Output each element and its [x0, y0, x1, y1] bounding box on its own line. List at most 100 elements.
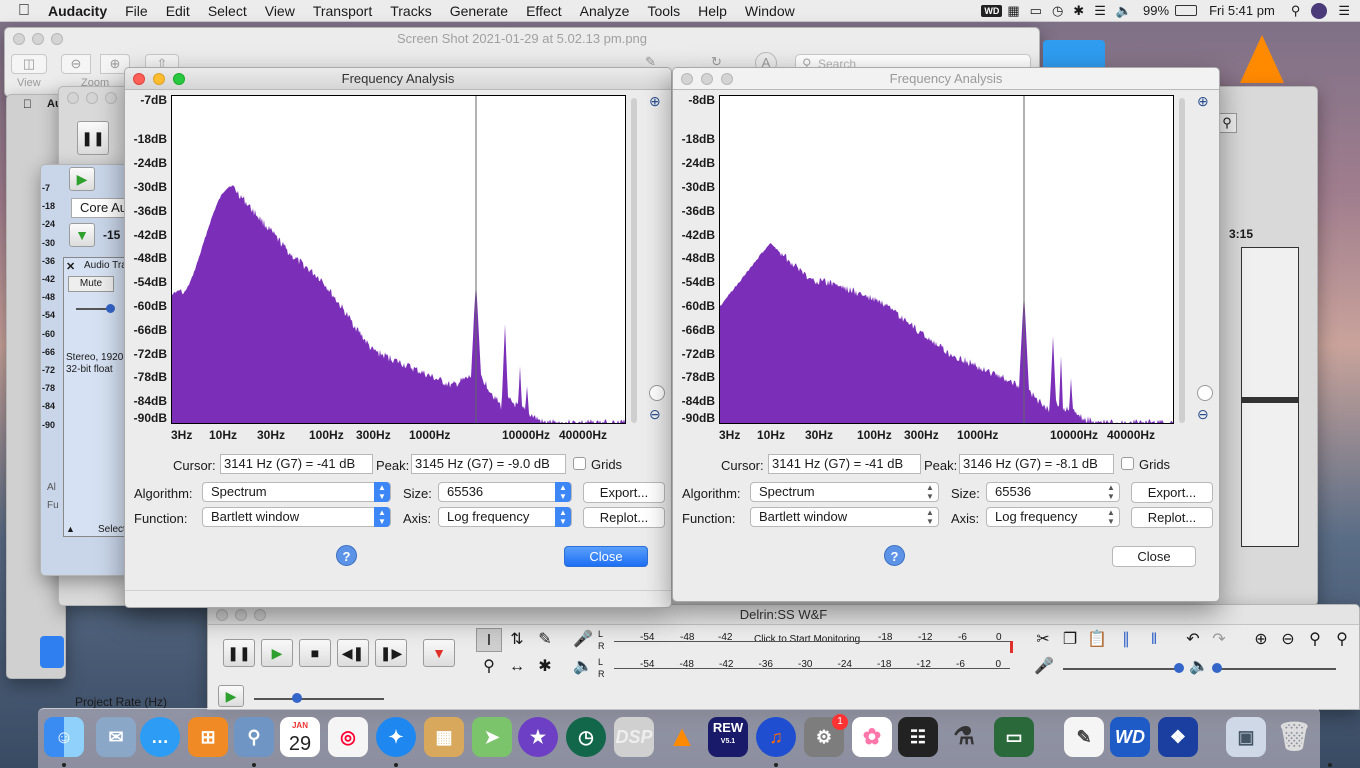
output-volume-knob[interactable]	[1212, 663, 1222, 673]
play-speed-slider[interactable]	[254, 698, 384, 700]
output-volume-slider[interactable]	[1216, 668, 1336, 670]
close-button[interactable]	[67, 92, 79, 104]
record-meter-mic-icon[interactable]: 🎤	[570, 628, 596, 652]
spectrum-plot[interactable]	[171, 95, 626, 424]
menu-transport[interactable]: Transport	[304, 3, 381, 19]
pause-button[interactable]: ❚❚	[223, 639, 255, 667]
menu-select[interactable]: Select	[199, 3, 256, 19]
migration-assistant-icon[interactable]: ✉	[96, 717, 136, 757]
selection-tool-icon[interactable]: I	[476, 628, 502, 652]
skip-end-button[interactable]: ❚▶	[375, 639, 407, 667]
record-meter[interactable]: Click to Start Monitoring -54 -48 -42 -18 -1…	[608, 628, 1013, 654]
maximize-window-button[interactable]	[173, 73, 185, 85]
dsp-icon[interactable]: DSP	[614, 717, 654, 757]
axis-select[interactable]: Log frequency ▲ ▼	[438, 507, 572, 527]
playback-meter[interactable]: -54 -48 -42 -36 -30 -24 -18 -12 -6 0	[608, 655, 1013, 681]
zoom-out-icon[interactable]: ⊖	[1275, 628, 1301, 652]
spectrum-chart[interactable]	[720, 96, 1173, 423]
grids-checkbox[interactable]	[1121, 457, 1134, 470]
skip-start-button[interactable]: ◀❚	[337, 639, 369, 667]
photos-icon[interactable]: ✿	[852, 717, 892, 757]
play-at-speed-button[interactable]: ▶	[218, 685, 244, 707]
rew-icon[interactable]: REW V5.1	[708, 717, 748, 757]
close-window-button[interactable]	[133, 73, 145, 85]
fit-project-icon[interactable]: ⚲	[1329, 628, 1355, 652]
peak-field[interactable]: 3145 Hz (G7) = -9.0 dB	[411, 454, 566, 474]
range-slider-knob[interactable]	[1197, 385, 1213, 401]
menu-analyze[interactable]: Analyze	[571, 3, 639, 19]
bg-track-close-icon[interactable]: ✕	[66, 260, 75, 273]
bg-collapse-icon[interactable]: ▲	[66, 524, 75, 534]
sidebar-toggle-icon[interactable]: ◫	[11, 54, 47, 74]
export-button[interactable]: Export...	[583, 482, 665, 503]
vlc-icon[interactable]: ▲	[662, 717, 702, 757]
help-button[interactable]: ?	[884, 545, 905, 566]
zoom-in-icon[interactable]: ⊕	[649, 93, 661, 110]
grids-checkbox[interactable]	[573, 457, 586, 470]
bg-record-meter-icon[interactable]: ▼	[69, 223, 95, 247]
menu-app-name[interactable]: Audacity	[39, 3, 116, 19]
bg-device-select[interactable]: Core Au	[71, 198, 129, 218]
function-select[interactable]: Bartlett window ▲ ▼	[750, 507, 939, 527]
airplay-icon[interactable]: ▭	[1025, 3, 1047, 19]
close-button[interactable]: Close	[1112, 546, 1196, 567]
menu-help[interactable]: Help	[689, 3, 736, 19]
input-volume-knob[interactable]	[1174, 663, 1184, 673]
timeshift-tool-icon[interactable]: ↔	[504, 655, 530, 679]
minimize-button[interactable]	[86, 92, 98, 104]
microscope-icon[interactable]: ⚗	[944, 717, 984, 757]
finder-icon[interactable]: ☺	[44, 717, 84, 757]
cut-icon[interactable]: ✂	[1030, 628, 1056, 652]
audacity-icon[interactable]: ♫	[756, 717, 796, 757]
cursor-field[interactable]: 3141 Hz (G7) = -41 dB	[768, 454, 921, 474]
spectrum-plot[interactable]	[719, 95, 1174, 424]
cursor-field[interactable]: 3141 Hz (G7) = -41 dB	[220, 454, 373, 474]
input-volume-slider[interactable]	[1063, 668, 1178, 670]
replot-button[interactable]: Replot...	[583, 507, 665, 528]
fit-selection-icon[interactable]: ⚲	[1302, 628, 1328, 652]
spotlight-icon[interactable]: ⚲	[1281, 3, 1306, 19]
vertical-range-slider[interactable]	[1179, 98, 1185, 423]
silence-icon[interactable]: ‖	[1141, 628, 1167, 652]
vertical-range-slider[interactable]	[631, 98, 637, 423]
menu-effect[interactable]: Effect	[517, 3, 571, 19]
play-speed-knob[interactable]	[292, 693, 302, 703]
menu-generate[interactable]: Generate	[441, 3, 517, 19]
wd-drive-icon[interactable]: WD	[981, 4, 1003, 17]
menu-file[interactable]: File	[116, 3, 157, 19]
menu-tools[interactable]: Tools	[638, 3, 689, 19]
time-machine-icon[interactable]: ◷	[566, 717, 606, 757]
piano-app-icon[interactable]: ☷	[898, 717, 938, 757]
safari-icon[interactable]: ✦	[376, 717, 416, 757]
menu-edit[interactable]: Edit	[157, 3, 199, 19]
envelope-tool-icon[interactable]: ⇅	[504, 628, 530, 652]
minimize-window-button[interactable]	[701, 73, 713, 85]
dropbox-icon[interactable]: ❖	[1158, 717, 1198, 757]
wifi-icon[interactable]: ☰	[1089, 3, 1111, 19]
multi-tool-icon[interactable]: ✱	[532, 655, 558, 679]
bg-mute-button[interactable]: Mute	[68, 276, 114, 292]
zoom-out-icon[interactable]: ⊖	[649, 406, 661, 423]
replot-button[interactable]: Replot...	[1131, 507, 1213, 528]
paste-icon[interactable]: 📋	[1084, 628, 1110, 652]
export-button[interactable]: Export...	[1131, 482, 1213, 503]
undo-icon[interactable]: ↶	[1180, 628, 1206, 652]
textedit-icon[interactable]: ✎	[1064, 717, 1104, 757]
bluetooth-icon[interactable]: ✱	[1068, 3, 1089, 19]
messages-icon[interactable]: …	[140, 717, 180, 757]
zoom-in-icon[interactable]: ⊕	[1197, 93, 1209, 110]
battery-percent[interactable]: 99%	[1137, 3, 1175, 18]
bank-icon[interactable]: ▦	[1002, 3, 1024, 19]
calculator-icon[interactable]: ⊞	[188, 717, 228, 757]
draw-tool-icon[interactable]: ✎	[532, 628, 558, 652]
function-select[interactable]: Bartlett window ▲ ▼	[202, 507, 391, 527]
zoom-button[interactable]	[105, 92, 117, 104]
spectrum-chart[interactable]	[172, 96, 625, 423]
bg-track-name[interactable]: Audio Tra	[84, 260, 127, 271]
bg-pause-button[interactable]: ❚❚	[77, 121, 109, 155]
user-avatar-icon[interactable]	[1311, 2, 1328, 19]
play-button[interactable]: ▶	[261, 639, 293, 667]
preview-app-icon[interactable]: ⚲	[234, 717, 274, 757]
close-button[interactable]: Close	[564, 546, 648, 567]
zoom-out-icon[interactable]: ⊖	[61, 54, 91, 74]
